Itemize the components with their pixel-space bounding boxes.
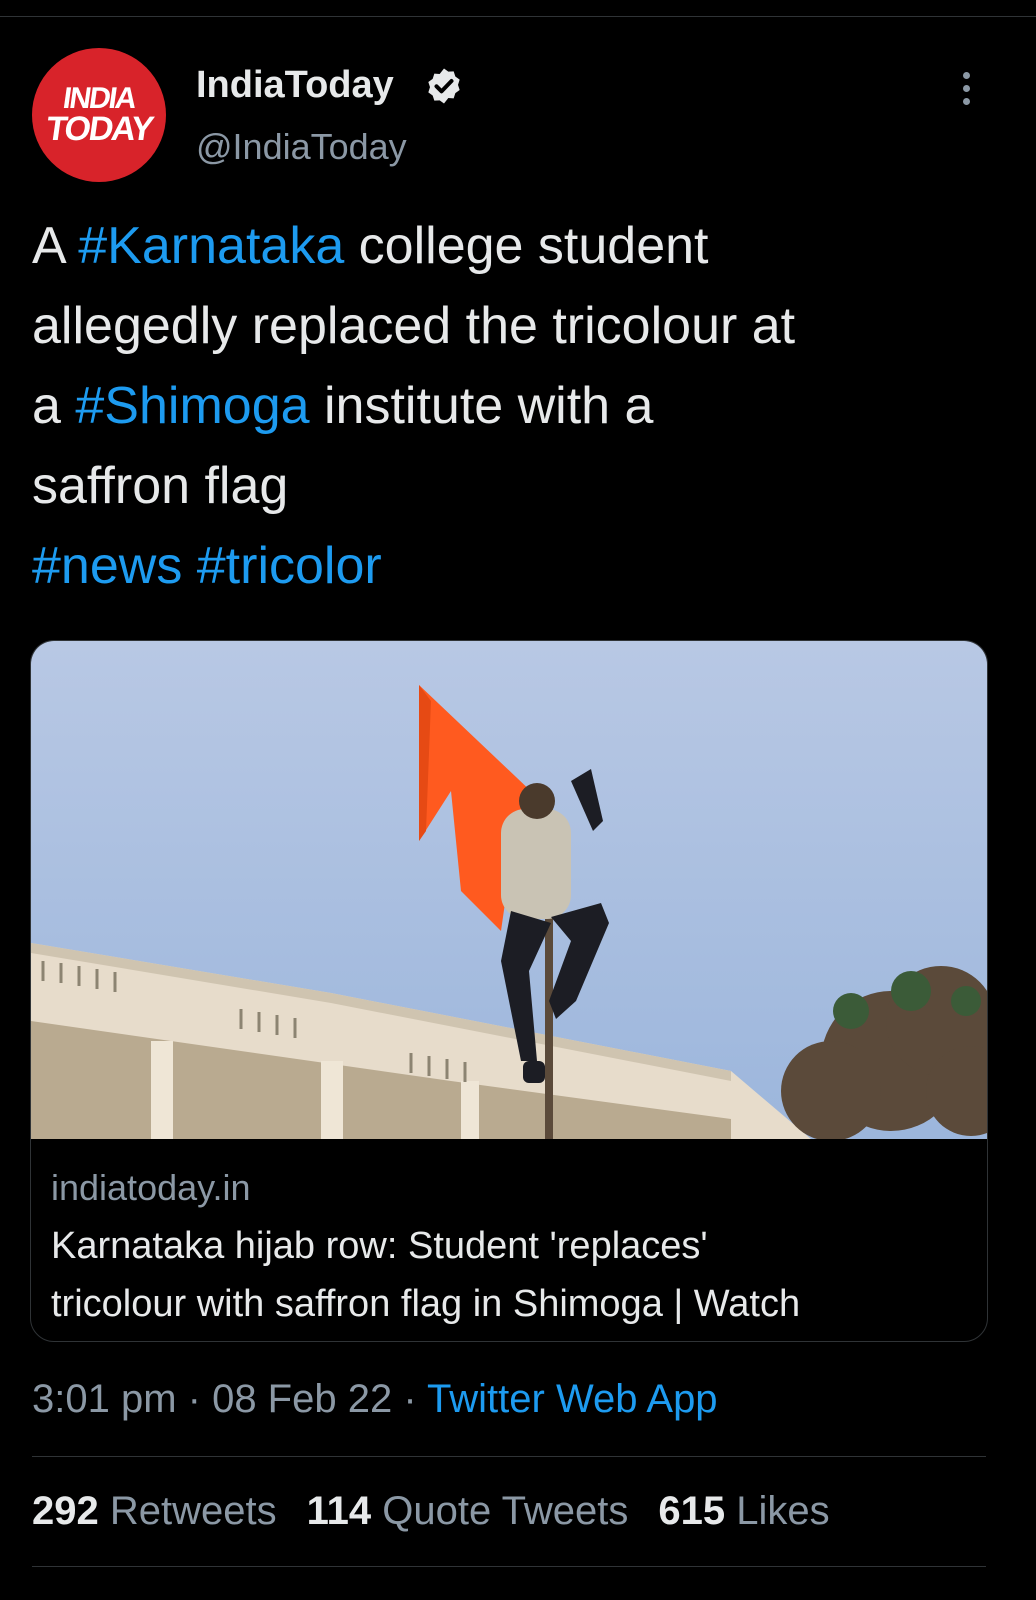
quote-tweets-stat[interactable]: 114 Quote Tweets [307,1489,629,1533]
tweet-text-line: allegedly replaced the tricolour at [32,286,992,366]
card-domain: indiatoday.in [51,1167,251,1208]
likes-count: 615 [658,1489,726,1533]
verified-badge-icon [428,68,460,104]
tweet-text-segment: institute with a [309,377,654,435]
engagement-stats: 292 Retweets 114 Quote Tweets 615 Likes [32,1486,860,1536]
handle[interactable]: @IndiaToday [196,124,407,170]
quote-tweets-count: 114 [306,1489,372,1533]
tweet-text-line: A #Karnataka college student [32,206,992,286]
card-image[interactable] [31,641,987,1139]
avatar[interactable]: INDIA TODAY [32,48,166,182]
retweets-label: Retweets [109,1489,277,1533]
display-name[interactable]: IndiaToday [196,62,394,108]
link-card[interactable]: indiatoday.in Karnataka hijab row: Stude… [30,640,988,1342]
hashtag-link[interactable]: #news [32,537,182,595]
bottom-divider [32,1566,986,1567]
tweet-text-line: #news #tricolor [32,526,992,606]
hashtag-link[interactable]: #Karnataka [78,217,344,275]
tweet-text-line: saffron flag [32,446,992,526]
card-title-line2: tricolour with saffron flag in Shimoga |… [51,1283,801,1325]
tweet-text-segment: allegedly replaced the tricolour at [32,297,796,355]
meta-separator: · [392,1377,428,1421]
tweet-text-line: a #Shimoga institute with a [32,366,992,446]
tweet-time[interactable]: 3:01 pm [32,1377,177,1421]
card-title-line1: Karnataka hijab row: Student 'replaces' [51,1225,708,1267]
likes-label: Likes [736,1489,830,1533]
tweet-text-segment: college student [344,217,709,275]
hashtag-link[interactable]: #Shimoga [75,377,309,435]
top-divider [0,16,1036,17]
tweet-text-segment: a [32,377,76,435]
tweet-text: A #Karnataka college student allegedly re… [32,206,992,606]
tweet-text-segment [182,537,196,595]
card-title: Karnataka hijab row: Student 'replaces' … [51,1217,971,1333]
retweets-stat[interactable]: 292 Retweets [32,1489,277,1533]
quote-tweets-label: Quote Tweets [382,1489,629,1533]
hashtag-link[interactable]: #tricolor [197,537,382,595]
tweet-metadata: 3:01 pm · 08 Feb 22 · Twitter Web App [32,1374,718,1424]
avatar-logo-line2: TODAY [43,110,155,148]
retweets-count: 292 [32,1489,99,1533]
stats-divider [32,1456,986,1457]
tweet-text-segment: A [32,217,79,275]
likes-stat[interactable]: 615 Likes [658,1489,829,1533]
meta-separator: · [176,1377,213,1421]
more-options-icon[interactable] [946,68,986,108]
tweet-source-link[interactable]: Twitter Web App [427,1377,718,1421]
tweet-text-segment: saffron flag [32,457,289,515]
tweet-date[interactable]: 08 Feb 22 [212,1377,392,1421]
